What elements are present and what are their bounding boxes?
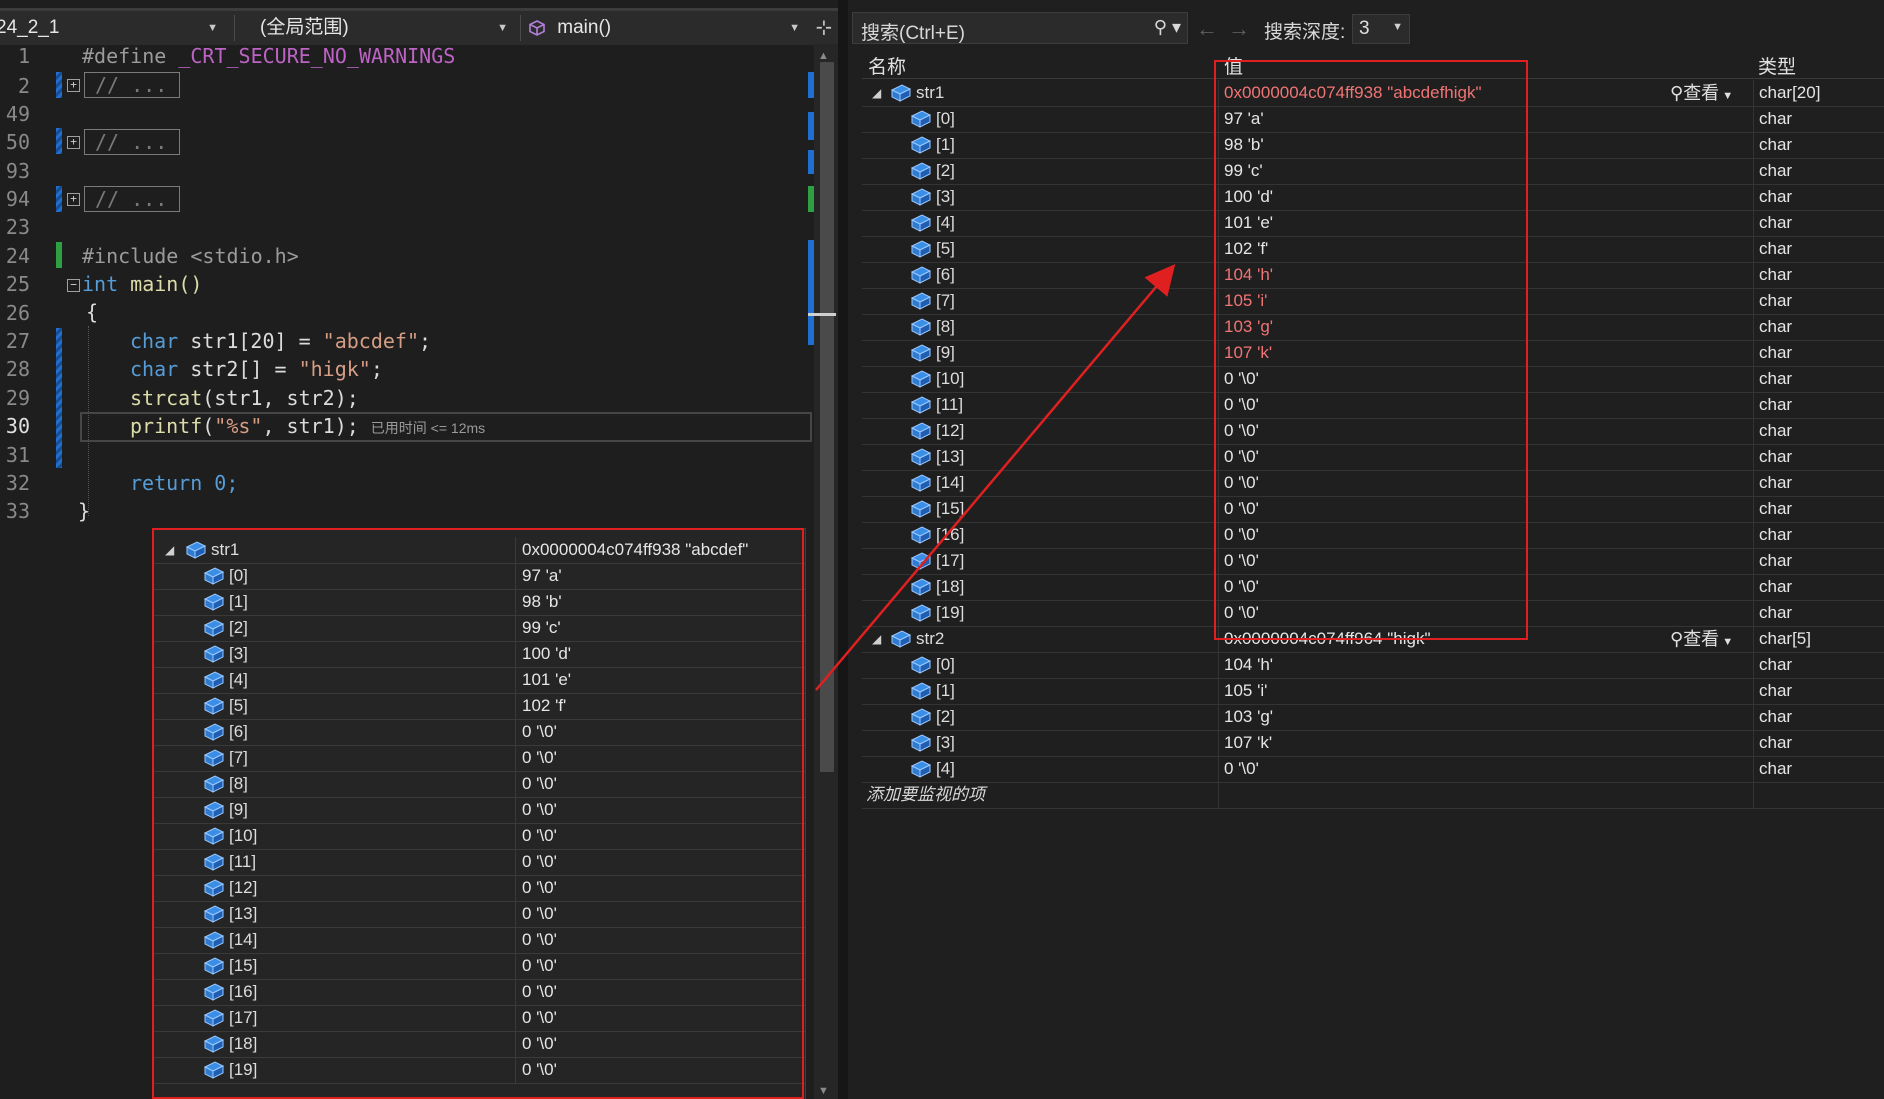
annotation-arrow — [815, 264, 1176, 691]
